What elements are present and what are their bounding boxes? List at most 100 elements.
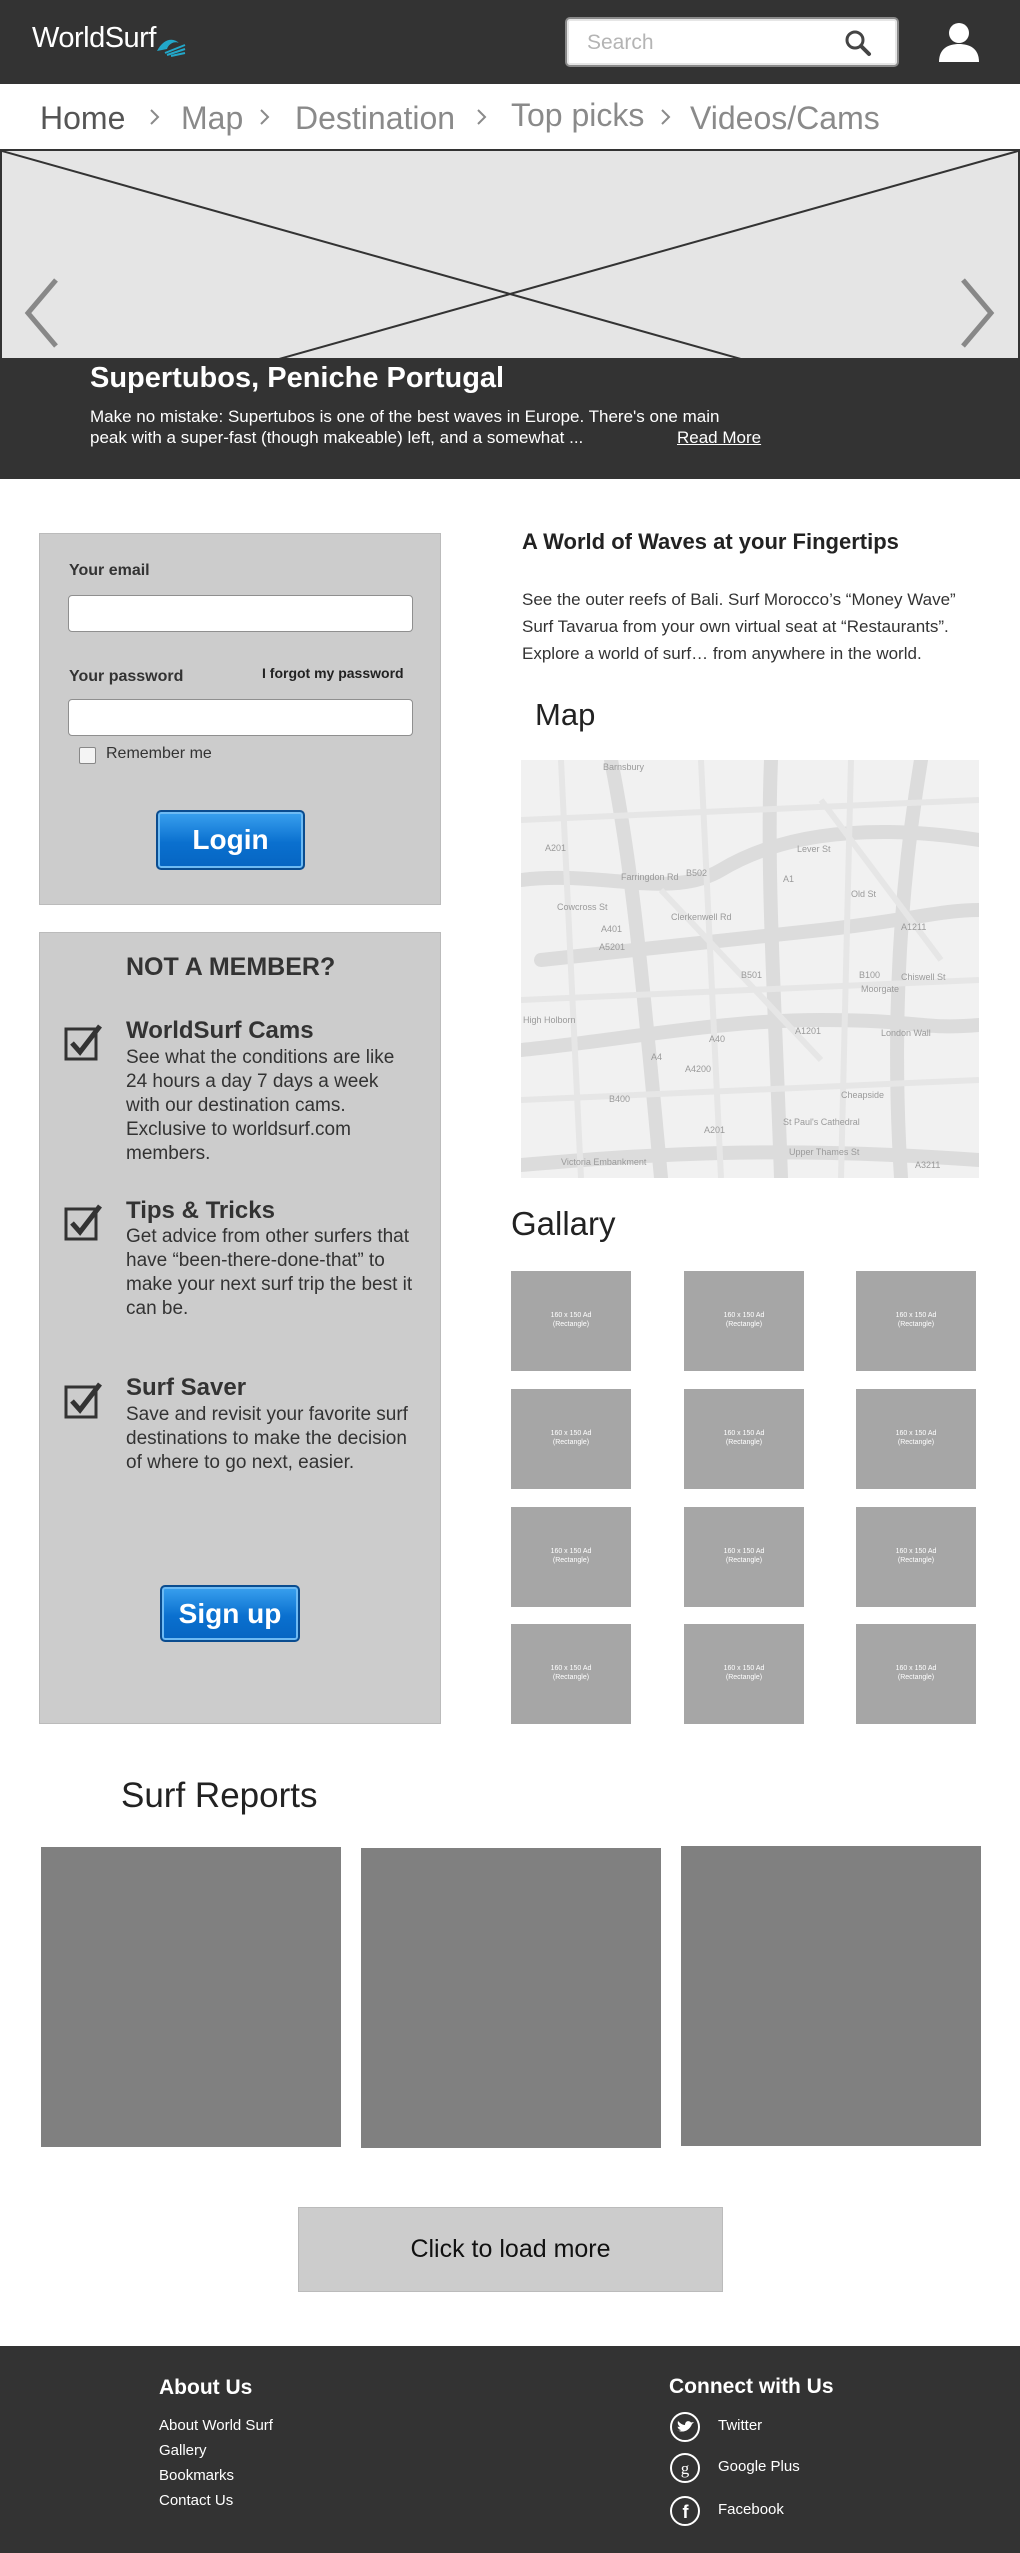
chevron-right-icon xyxy=(150,109,160,125)
twitter-link[interactable]: Twitter xyxy=(718,2417,762,2434)
gallery-thumb[interactable]: 160 x 150 Ad (Rectangle) xyxy=(511,1389,631,1489)
carousel-next-icon[interactable] xyxy=(957,276,997,351)
report-card[interactable] xyxy=(681,1846,981,2146)
svg-text:St Paul's Cathedral: St Paul's Cathedral xyxy=(783,1117,860,1127)
gallery-thumb-label: 160 x 150 Ad xyxy=(550,1312,592,1319)
street-map: Barnsbury A201 B502 A1 A401 A5201 B501 A… xyxy=(521,760,979,1178)
feature-description: Save and revisit your favorite surf dest… xyxy=(126,1404,408,1473)
google-plus-link[interactable]: Google Plus xyxy=(718,2458,800,2475)
facebook-icon[interactable]: f xyxy=(669,2495,701,2527)
breadcrumb-top-picks[interactable]: Top picks xyxy=(511,97,644,134)
map-heading: Map xyxy=(535,697,596,732)
footer-link-about[interactable]: About World Surf xyxy=(159,2417,273,2434)
gallery-thumb[interactable]: 160 x 150 Ad (Rectangle) xyxy=(511,1624,631,1724)
svg-text:Old St: Old St xyxy=(851,889,877,899)
site-logo[interactable]: WorldSurf xyxy=(32,22,156,55)
svg-text:A3211: A3211 xyxy=(915,1160,940,1170)
feature-description: Get advice from other surfers that have … xyxy=(126,1226,413,1319)
gallery-thumb-label: 160 x 150 Ad xyxy=(550,1430,592,1437)
gallery-thumb-label: 160 x 150 Ad xyxy=(895,1430,937,1437)
forgot-password-link[interactable]: I forgot my password xyxy=(262,665,404,681)
svg-text:Lever St: Lever St xyxy=(797,844,831,854)
svg-text:B502: B502 xyxy=(686,868,707,878)
checkbox-checked-icon xyxy=(64,1024,102,1061)
svg-text:Cowcross St: Cowcross St xyxy=(557,902,608,912)
svg-text:A1211: A1211 xyxy=(901,922,926,932)
search-box xyxy=(565,17,899,67)
gallery-thumb-sublabel: (Rectangle) xyxy=(725,1674,763,1681)
map-view[interactable]: Barnsbury A201 B502 A1 A401 A5201 B501 A… xyxy=(521,760,979,1178)
gallery-thumb[interactable]: 160 x 150 Ad (Rectangle) xyxy=(684,1389,804,1489)
svg-text:A201: A201 xyxy=(545,843,566,853)
feature-description: See what the conditions are like 24 hour… xyxy=(126,1047,395,1164)
search-icon[interactable] xyxy=(844,29,872,57)
svg-text:London Wall: London Wall xyxy=(881,1028,931,1038)
gallery-thumb[interactable]: 160 x 150 Ad (Rectangle) xyxy=(684,1271,804,1371)
svg-text:Upper Thames St: Upper Thames St xyxy=(789,1147,860,1157)
gallery-thumb[interactable]: 160 x 150 Ad (Rectangle) xyxy=(856,1271,976,1371)
signup-button[interactable]: Sign up xyxy=(160,1585,300,1642)
chevron-right-icon xyxy=(477,109,487,125)
svg-text:A1201: A1201 xyxy=(795,1026,821,1036)
gallery-thumb-label: 160 x 150 Ad xyxy=(723,1665,765,1672)
gallery-thumb[interactable]: 160 x 150 Ad (Rectangle) xyxy=(511,1507,631,1607)
gallery-thumb-label: 160 x 150 Ad xyxy=(723,1430,765,1437)
gallery-thumb[interactable]: 160 x 150 Ad (Rectangle) xyxy=(856,1389,976,1489)
email-field[interactable] xyxy=(68,595,413,632)
connect-heading: Connect with Us xyxy=(669,2375,834,2398)
header-bar: WorldSurf xyxy=(0,0,1020,84)
email-label: Your email xyxy=(69,562,150,579)
surf-reports-heading: Surf Reports xyxy=(121,1776,318,1815)
google-plus-icon[interactable]: g xyxy=(669,2452,701,2484)
wave-logo-icon xyxy=(157,39,186,57)
search-input[interactable] xyxy=(587,30,837,56)
not-member-heading: NOT A MEMBER? xyxy=(126,953,336,981)
svg-text:Clerkenwell Rd: Clerkenwell Rd xyxy=(671,912,732,922)
gallery-thumb-label: 160 x 150 Ad xyxy=(895,1548,937,1555)
svg-text:A401: A401 xyxy=(601,924,622,934)
gallery-thumb[interactable]: 160 x 150 Ad (Rectangle) xyxy=(684,1507,804,1607)
breadcrumb-map[interactable]: Map xyxy=(181,100,243,137)
footer-link-contact[interactable]: Contact Us xyxy=(159,2492,233,2509)
gallery-thumb-sublabel: (Rectangle) xyxy=(897,1674,935,1681)
svg-text:Barnsbury: Barnsbury xyxy=(603,762,645,772)
hero-description: Make no mistake: Supertubos is one of th… xyxy=(90,407,720,447)
report-card[interactable] xyxy=(41,1847,341,2147)
footer: About Us About World Surf Gallery Bookma… xyxy=(0,2346,1020,2553)
gallery-thumb-sublabel: (Rectangle) xyxy=(897,1439,935,1446)
footer-link-gallery[interactable]: Gallery xyxy=(159,2442,207,2459)
svg-text:A201: A201 xyxy=(704,1125,725,1135)
user-icon[interactable] xyxy=(937,20,981,64)
remember-me-label: Remember me xyxy=(106,745,212,762)
svg-text:B400: B400 xyxy=(609,1094,630,1104)
about-heading: About Us xyxy=(159,2376,253,2399)
svg-text:B501: B501 xyxy=(741,970,762,980)
gallery-thumb-label: 160 x 150 Ad xyxy=(895,1312,937,1319)
footer-link-bookmarks[interactable]: Bookmarks xyxy=(159,2467,234,2484)
breadcrumb-destination[interactable]: Destination xyxy=(295,100,455,137)
hero-carousel: Supertubos, Peniche Portugal Make no mis… xyxy=(0,149,1020,479)
gallery-thumb[interactable]: 160 x 150 Ad (Rectangle) xyxy=(856,1624,976,1724)
feature-title: Tips & Tricks xyxy=(126,1197,275,1224)
hero-title: Supertubos, Peniche Portugal xyxy=(90,362,505,394)
signup-panel: NOT A MEMBER? WorldSurf Cams See what th… xyxy=(39,932,441,1724)
gallery-thumb-sublabel: (Rectangle) xyxy=(725,1439,763,1446)
report-card[interactable] xyxy=(361,1848,661,2148)
svg-text:f: f xyxy=(683,2502,690,2522)
twitter-icon[interactable] xyxy=(669,2411,701,2443)
facebook-link[interactable]: Facebook xyxy=(718,2501,784,2518)
gallery-thumb-label: 160 x 150 Ad xyxy=(550,1548,592,1555)
breadcrumb-videos-cams[interactable]: Videos/Cams xyxy=(690,100,880,137)
feature-title: Surf Saver xyxy=(126,1374,247,1401)
read-more-link[interactable]: Read More xyxy=(677,428,761,448)
breadcrumb-home[interactable]: Home xyxy=(40,100,125,137)
remember-me-checkbox[interactable] xyxy=(79,747,96,764)
load-more-button[interactable]: Click to load more xyxy=(298,2207,723,2292)
gallery-thumb[interactable]: 160 x 150 Ad (Rectangle) xyxy=(511,1271,631,1371)
gallery-thumb[interactable]: 160 x 150 Ad (Rectangle) xyxy=(856,1507,976,1607)
gallery-thumb[interactable]: 160 x 150 Ad (Rectangle) xyxy=(684,1624,804,1724)
chevron-right-icon xyxy=(260,109,270,125)
password-field[interactable] xyxy=(68,699,413,736)
carousel-prev-icon[interactable] xyxy=(22,276,62,351)
login-button[interactable]: Login xyxy=(156,810,305,870)
